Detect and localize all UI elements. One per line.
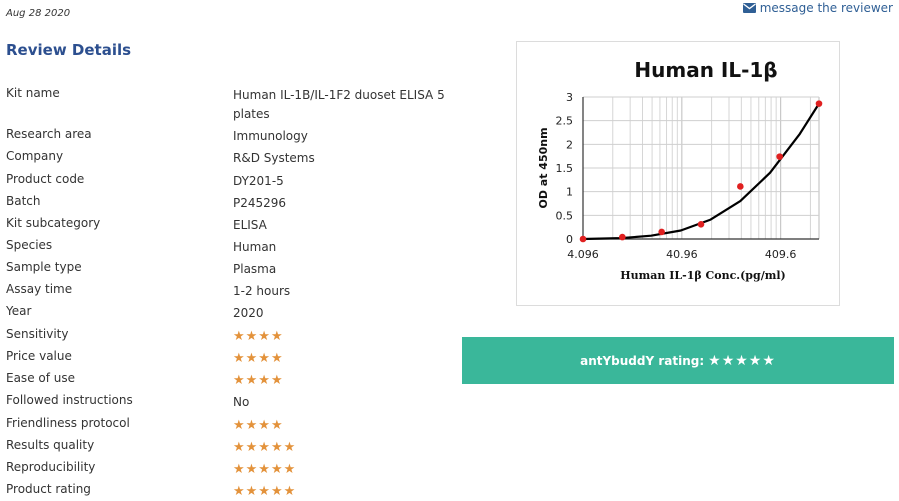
detail-value: 1-2 hours — [233, 284, 291, 298]
detail-row: Price value ★★★★ — [6, 349, 446, 368]
data-point — [815, 100, 823, 107]
detail-label: Species — [6, 238, 53, 252]
star-rating: ★★★★★ — [233, 462, 297, 477]
detail-value: 2020 — [233, 306, 264, 320]
fitted-curve — [582, 103, 820, 241]
detail-label: Sensitivity — [6, 327, 69, 341]
rating-label: antYbuddY rating: — [580, 353, 705, 368]
detail-label: Results quality — [6, 438, 95, 452]
y-axis-label: OD at 450nm — [537, 127, 550, 208]
data-point — [619, 233, 626, 241]
y-tick-label: 0.5 — [556, 209, 574, 222]
detail-value: No — [233, 395, 250, 409]
detail-label: Reproducibility — [6, 460, 96, 474]
detail-row: Product code DY201-5 — [6, 172, 446, 191]
detail-row: Reproducibility ★★★★★ — [6, 460, 446, 479]
star-rating: ★★★★ — [233, 418, 284, 433]
data-point — [658, 228, 665, 236]
data-point — [737, 183, 744, 190]
detail-label: Kit subcategory — [6, 216, 101, 230]
star-rating: ★★★★ — [233, 373, 284, 388]
detail-label: Friendliness protocol — [6, 416, 130, 430]
detail-label: Ease of use — [6, 371, 76, 385]
star-rating: ★★★★★ — [233, 484, 297, 499]
detail-row: Kit subcategory ELISA — [6, 216, 446, 235]
detail-row: Friendliness protocol ★★★★ — [6, 416, 446, 435]
x-tick-label: 409.6 — [765, 248, 797, 261]
chart-title: Human IL-1β — [634, 58, 777, 82]
detail-row: Ease of use ★★★★ — [6, 371, 446, 390]
detail-value: Human — [233, 240, 277, 254]
detail-row: Batch P245296 — [6, 194, 446, 213]
envelope-icon — [742, 3, 756, 13]
detail-label: Assay time — [6, 282, 73, 296]
detail-row: Research area Immunology — [6, 127, 446, 146]
detail-row: Results quality ★★★★★ — [6, 438, 446, 457]
review-date: Aug 28 2020 — [6, 8, 71, 19]
detail-value: ELISA — [233, 218, 267, 232]
section-title: Review Details — [6, 41, 132, 59]
detail-row: Company R&D Systems — [6, 149, 446, 168]
standard-curve-chart: 0 0.5 1 1.5 2 2.5 3 4.096 40.96 409.6 Human IL-1β H… — [516, 41, 840, 306]
detail-label: Year — [6, 304, 32, 318]
detail-value: R&D Systems — [233, 151, 315, 165]
detail-value: Immunology — [233, 129, 308, 143]
detail-row: Year 2020 — [6, 304, 446, 323]
rating-stars: ★★★★★ — [708, 352, 776, 369]
detail-row: Sample type Plasma — [6, 260, 446, 279]
detail-label: Sample type — [6, 260, 82, 274]
x-axis-label: Human IL-1β Conc.(pg/ml) — [620, 269, 785, 282]
data-point — [579, 235, 587, 243]
detail-label: Product rating — [6, 482, 91, 496]
chart-svg: 0 0.5 1 1.5 2 2.5 3 4.096 40.96 409.6 Human IL-1β H… — [537, 58, 823, 282]
detail-value: P245296 — [233, 196, 287, 210]
detail-row: Sensitivity ★★★★ — [6, 327, 446, 346]
x-tick-label: 4.096 — [567, 248, 599, 261]
y-tick-label: 1 — [566, 186, 573, 199]
detail-value: DY201-5 — [233, 174, 284, 188]
detail-label: Research area — [6, 127, 92, 141]
y-tick-label: 0 — [566, 233, 573, 246]
star-rating: ★★★★ — [233, 329, 284, 344]
detail-value: Plasma — [233, 262, 277, 276]
detail-row: Assay time 1-2 hours — [6, 282, 446, 301]
detail-row: Product rating ★★★★★ — [6, 482, 446, 501]
y-tick-label: 2.5 — [556, 115, 574, 128]
detail-row: Followed instructions No — [6, 393, 446, 412]
star-rating: ★★★★★ — [233, 440, 297, 455]
detail-value: Human IL-1B/IL-1F2 duoset ELISA 5 plates — [233, 88, 445, 121]
y-tick-label: 3 — [566, 91, 573, 104]
message-reviewer-label: message the reviewer — [759, 1, 893, 15]
detail-row: Kit name Human IL-1B/IL-1F2 duoset ELISA … — [6, 86, 446, 124]
detail-label: Batch — [6, 194, 41, 208]
detail-label: Product code — [6, 172, 85, 186]
y-tick-label: 1.5 — [556, 162, 574, 175]
x-tick-label: 40.96 — [666, 248, 698, 261]
data-point — [697, 221, 705, 228]
detail-label: Kit name — [6, 86, 60, 100]
detail-label: Company — [6, 149, 64, 163]
y-tick-label: 2 — [566, 138, 573, 151]
star-rating: ★★★★ — [233, 351, 284, 366]
detail-row: Species Human — [6, 238, 446, 257]
antybuddy-rating-bar: antYbuddY rating: ★★★★★ — [462, 337, 894, 384]
message-reviewer-link[interactable]: message the reviewer — [742, 1, 893, 15]
data-point — [776, 153, 783, 160]
detail-label: Followed instructions — [6, 393, 133, 407]
detail-label: Price value — [6, 349, 72, 363]
